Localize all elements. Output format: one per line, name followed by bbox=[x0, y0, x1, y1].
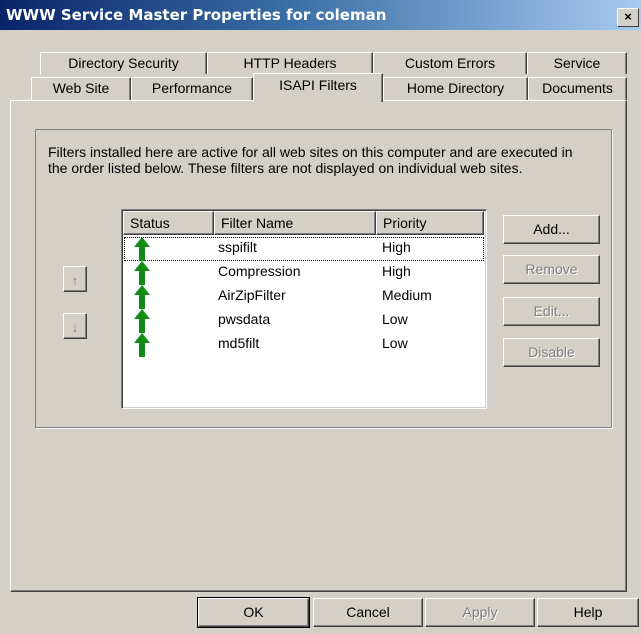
add-button[interactable]: Add... bbox=[503, 215, 600, 244]
help-button[interactable]: Help bbox=[537, 598, 639, 627]
column-label: Filter Name bbox=[221, 215, 294, 231]
priority-cell: High bbox=[382, 239, 411, 255]
button-label: Help bbox=[573, 604, 603, 620]
filter-name-cell: AirZipFilter bbox=[218, 287, 286, 303]
filters-description: Filters installed here are active for al… bbox=[48, 144, 573, 176]
cancel-button[interactable]: Cancel bbox=[313, 598, 423, 627]
tab-label: Home Directory bbox=[406, 80, 505, 96]
table-row[interactable]: md5filt Low bbox=[124, 333, 484, 357]
ok-button[interactable]: OK bbox=[197, 597, 310, 628]
up-arrow-icon bbox=[134, 285, 150, 309]
button-label: Disable bbox=[528, 344, 575, 360]
tab-performance[interactable]: Performance bbox=[131, 77, 253, 100]
button-label: Apply bbox=[462, 604, 498, 620]
window-title: WWW Service Master Properties for colema… bbox=[6, 6, 387, 24]
button-label: Add... bbox=[533, 221, 570, 237]
active-tab-join bbox=[254, 99, 381, 102]
tab-label: Documents bbox=[542, 80, 613, 96]
move-down-button[interactable]: ↓ bbox=[63, 313, 87, 339]
filter-name-cell: Compression bbox=[218, 263, 301, 279]
tab-custom-errors[interactable]: Custom Errors bbox=[373, 52, 527, 74]
tab-service[interactable]: Service bbox=[527, 52, 627, 74]
tab-label: Web Site bbox=[52, 80, 110, 96]
tab-label: Performance bbox=[151, 80, 233, 96]
tab-label: Service bbox=[553, 55, 601, 71]
edit-button[interactable]: Edit... bbox=[503, 297, 600, 326]
close-button[interactable]: × bbox=[617, 8, 639, 27]
table-row[interactable]: sspifilt High bbox=[124, 237, 484, 261]
button-label: OK bbox=[243, 604, 264, 620]
up-arrow-icon bbox=[134, 333, 150, 357]
priority-cell: Low bbox=[382, 335, 408, 351]
filters-list[interactable]: Status Filter Name Priority sspifilt High… bbox=[121, 209, 487, 409]
column-label: Priority bbox=[383, 215, 427, 231]
tab-directory-security[interactable]: Directory Security bbox=[40, 52, 207, 74]
priority-cell: Low bbox=[382, 311, 408, 327]
column-header-priority[interactable]: Priority bbox=[376, 211, 484, 235]
up-arrow-icon bbox=[134, 261, 150, 285]
table-row[interactable]: Compression High bbox=[124, 261, 484, 285]
tab-isapi-filters[interactable]: ISAPI Filters bbox=[253, 73, 383, 102]
tab-home-directory[interactable]: Home Directory bbox=[383, 77, 528, 100]
arrow-up-icon: ↑ bbox=[71, 273, 79, 288]
button-label: Remove bbox=[525, 261, 578, 277]
priority-cell: Medium bbox=[382, 287, 432, 303]
priority-cell: High bbox=[382, 263, 411, 279]
column-header-status[interactable]: Status bbox=[123, 211, 214, 235]
tab-documents[interactable]: Documents bbox=[528, 77, 627, 100]
column-header-filter-name[interactable]: Filter Name bbox=[214, 211, 376, 235]
filter-name-cell: sspifilt bbox=[218, 239, 257, 255]
up-arrow-icon bbox=[134, 309, 150, 333]
button-label: Cancel bbox=[346, 604, 390, 620]
tab-label: Custom Errors bbox=[404, 55, 496, 71]
tab-label: ISAPI Filters bbox=[279, 77, 357, 93]
table-row[interactable]: pwsdata Low bbox=[124, 309, 484, 333]
column-label: Status bbox=[130, 215, 170, 231]
up-arrow-icon bbox=[134, 237, 150, 261]
tab-web-site[interactable]: Web Site bbox=[31, 77, 131, 100]
button-label: Edit... bbox=[533, 303, 570, 319]
disable-button[interactable]: Disable bbox=[503, 338, 600, 367]
move-up-button[interactable]: ↑ bbox=[63, 266, 87, 292]
filter-name-cell: pwsdata bbox=[218, 311, 271, 327]
tab-label: Directory Security bbox=[68, 55, 179, 71]
tab-http-headers[interactable]: HTTP Headers bbox=[207, 52, 373, 74]
filter-name-cell: md5filt bbox=[218, 335, 260, 351]
table-row[interactable]: AirZipFilter Medium bbox=[124, 285, 484, 309]
apply-button[interactable]: Apply bbox=[425, 598, 535, 627]
remove-button[interactable]: Remove bbox=[503, 255, 600, 284]
arrow-down-icon: ↓ bbox=[71, 320, 79, 335]
tab-label: HTTP Headers bbox=[243, 55, 337, 71]
close-icon: × bbox=[624, 9, 632, 24]
